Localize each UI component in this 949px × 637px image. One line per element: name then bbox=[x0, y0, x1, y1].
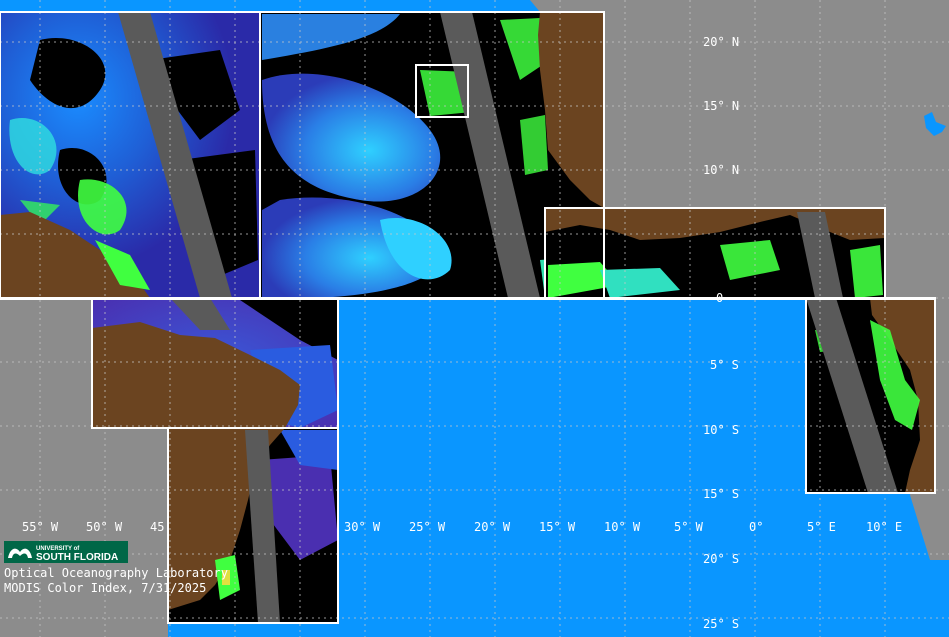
tile-brazil-north bbox=[92, 298, 338, 428]
tile-caribbean bbox=[0, 12, 260, 298]
lon-label: 25° W bbox=[409, 520, 446, 534]
ocean-color-map: 20° N 15° N 10° N 0 5° S 10° S 15° S 20°… bbox=[0, 0, 949, 637]
tile-gulf-of-guinea bbox=[545, 208, 885, 298]
lat-label: 0 bbox=[716, 291, 723, 305]
lat-label: 20° N bbox=[703, 35, 739, 49]
lon-label: 5° E bbox=[807, 520, 836, 534]
lon-label: 30° W bbox=[344, 520, 381, 534]
lat-label: 10° N bbox=[703, 163, 739, 177]
lat-label: 5° S bbox=[710, 358, 739, 372]
lon-label: 5° W bbox=[674, 520, 704, 534]
lon-label: 50° W bbox=[86, 520, 123, 534]
lon-label: 10° W bbox=[604, 520, 641, 534]
lat-label: 20° S bbox=[703, 552, 739, 566]
lon-label: 10° E bbox=[866, 520, 902, 534]
usf-name-label: SOUTH FLORIDA bbox=[36, 552, 118, 563]
lat-label: 10° S bbox=[703, 423, 739, 437]
lab-credit: Optical Oceanography Laboratory bbox=[4, 566, 228, 580]
lon-label: 20° W bbox=[474, 520, 511, 534]
lat-label: 15° N bbox=[703, 99, 739, 113]
lon-label: 45 bbox=[150, 520, 164, 534]
lat-label: 25° S bbox=[703, 617, 739, 631]
product-credit: MODIS Color Index, 7/31/2025 bbox=[4, 581, 206, 595]
tile-angola bbox=[806, 298, 935, 493]
lon-label: 15° W bbox=[539, 520, 576, 534]
lon-label: 55° W bbox=[22, 520, 59, 534]
lat-label: 15° S bbox=[703, 487, 739, 501]
usf-logo: UNIVERSITY of SOUTH FLORIDA bbox=[4, 541, 128, 563]
lon-label: 0° bbox=[749, 520, 763, 534]
